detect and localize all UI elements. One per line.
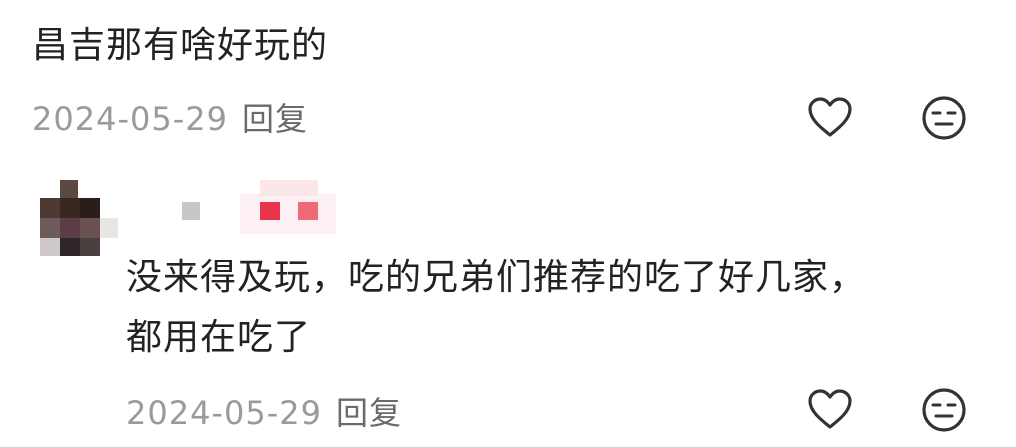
comment-2-dislike-button[interactable] bbox=[920, 386, 968, 434]
comment-1-meta: 2024-05-29 回复 bbox=[32, 94, 308, 140]
comment-1-like-button[interactable] bbox=[806, 94, 854, 142]
comment-1-date: 2024-05-29 bbox=[32, 100, 228, 138]
username[interactable] bbox=[178, 180, 348, 240]
comment-2-date: 2024-05-29 bbox=[126, 394, 322, 432]
neutral-face-icon bbox=[922, 388, 966, 432]
comment-2-text-line2: 都用在吃了 bbox=[126, 317, 312, 358]
heart-icon bbox=[808, 97, 852, 137]
comment-2-text-line1: 没来得及玩，吃的兄弟们推荐的吃了好几家， bbox=[126, 257, 867, 298]
comment-1-text: 昌吉那有啥好玩的 bbox=[32, 25, 329, 66]
comment-1-dislike-button[interactable] bbox=[920, 94, 968, 142]
comment-2-text: 没来得及玩，吃的兄弟们推荐的吃了好几家， 都用在吃了 bbox=[126, 252, 866, 364]
comment-2-like-button[interactable] bbox=[806, 386, 854, 434]
comment-2-meta: 2024-05-29 回复 bbox=[126, 388, 402, 434]
comment-2-reply-button[interactable]: 回复 bbox=[336, 394, 402, 432]
comment-1-reply-button[interactable]: 回复 bbox=[242, 100, 308, 138]
neutral-face-icon bbox=[922, 96, 966, 140]
heart-icon bbox=[808, 389, 852, 429]
avatar[interactable] bbox=[38, 178, 118, 258]
